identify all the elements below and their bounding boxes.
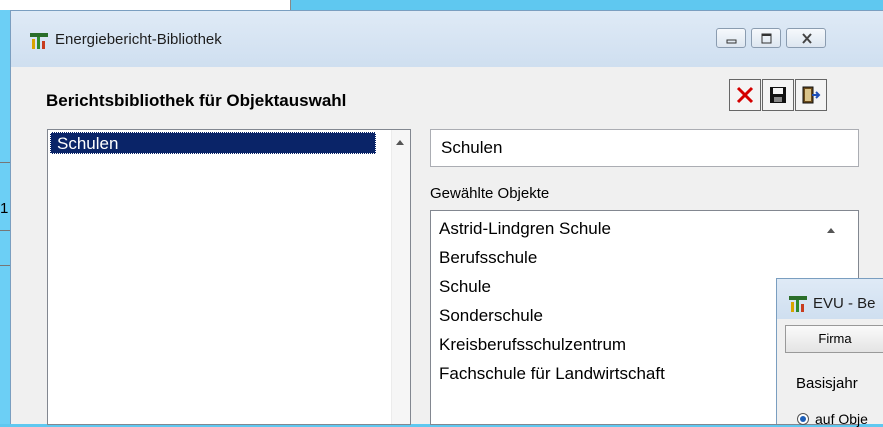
maximize-icon xyxy=(761,33,772,44)
evu-title-bar[interactable]: EVU - Be xyxy=(777,279,883,319)
delete-button[interactable] xyxy=(729,79,761,111)
tab-firma[interactable]: Firma xyxy=(785,325,883,353)
background-divider xyxy=(0,230,10,231)
close-icon xyxy=(802,33,812,44)
dialog-heading: Berichtsbibliothek für Objektauswahl xyxy=(46,91,347,110)
evu-window-title: EVU - Be xyxy=(813,295,876,312)
dialog-content: Berichtsbibliothek für Objektauswahl Sch… xyxy=(11,67,883,425)
exit-button[interactable] xyxy=(795,79,827,111)
library-list-item-selected[interactable]: Schulen xyxy=(50,132,376,154)
save-button[interactable] xyxy=(762,79,794,111)
object-list-item[interactable]: Astrid-Lindgren Schule xyxy=(439,219,611,239)
object-list-item[interactable]: Berufsschule xyxy=(439,248,537,268)
radio-auf-objekt[interactable] xyxy=(797,413,809,425)
background-panel xyxy=(0,0,291,10)
window-title: Energiebericht-Bibliothek xyxy=(55,31,222,48)
background-divider xyxy=(0,265,10,266)
scroll-up-arrow-icon[interactable] xyxy=(827,228,835,233)
maximize-button[interactable] xyxy=(751,28,781,48)
object-list-item[interactable]: Fachschule für Landwirtschaft xyxy=(439,364,665,384)
basisjahr-label: Basisjahr xyxy=(796,375,858,392)
delete-icon xyxy=(736,86,754,104)
selected-objects-label: Gewählte Objekte xyxy=(430,185,550,202)
save-icon xyxy=(770,87,786,103)
app-icon xyxy=(30,33,48,49)
close-button[interactable] xyxy=(786,28,826,48)
background-text-fragment: 1 xyxy=(0,200,9,217)
library-listbox[interactable]: Schulen xyxy=(47,129,411,425)
report-name-input[interactable] xyxy=(430,129,859,167)
scroll-up-arrow-icon[interactable] xyxy=(396,140,404,145)
evu-window: EVU - Be Firma Basisjahr auf Obje xyxy=(776,278,883,427)
object-list-item[interactable]: Schule xyxy=(439,277,491,297)
energiebericht-bibliothek-window: Energiebericht-Bibliothek Berichtsbiblio… xyxy=(10,10,883,425)
exit-icon xyxy=(802,86,821,104)
object-list-item[interactable]: Kreisberufsschulzentrum xyxy=(439,335,626,355)
radio-auf-objekt-label[interactable]: auf Obje xyxy=(815,411,868,427)
minimize-button[interactable] xyxy=(716,28,746,48)
library-scrollbar[interactable] xyxy=(391,130,410,424)
background-divider xyxy=(0,162,10,163)
title-bar[interactable]: Energiebericht-Bibliothek xyxy=(11,11,883,67)
object-list-item[interactable]: Sonderschule xyxy=(439,306,543,326)
app-icon xyxy=(789,296,807,312)
minimize-icon xyxy=(726,39,737,44)
